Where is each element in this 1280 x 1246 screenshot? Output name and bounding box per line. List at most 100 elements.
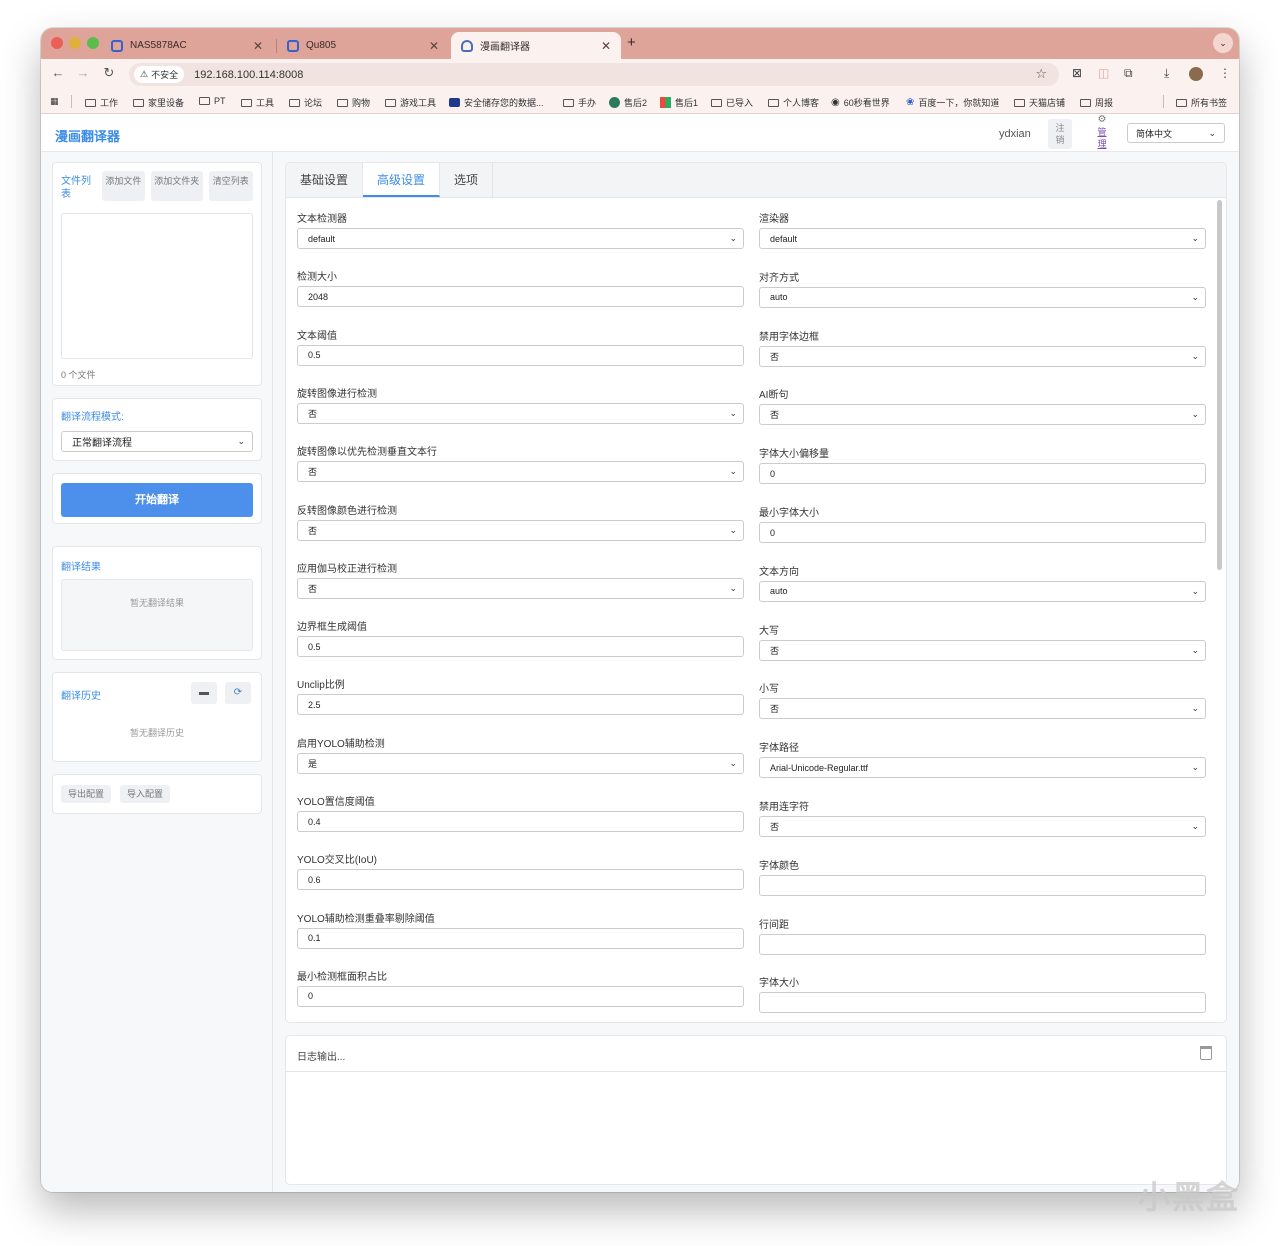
setting-input[interactable]: 0.5	[297, 344, 744, 366]
menu-kebab-icon[interactable]: ⋮	[1219, 66, 1231, 80]
download-icon[interactable]: ⤓	[1164, 66, 1169, 81]
add-folder-button[interactable]: 添加文件夹	[151, 171, 203, 201]
setting-input[interactable]: 2048	[297, 286, 744, 308]
add-file-button[interactable]: 添加文件	[101, 171, 146, 201]
bookmark-folder[interactable]: PT	[199, 96, 226, 106]
bookmark-link[interactable]: 安全储存您的数据...	[449, 96, 544, 109]
setting-select[interactable]: 否 ⌄	[297, 461, 744, 483]
trash-icon[interactable]	[1200, 1046, 1212, 1060]
bookmark-folder[interactable]: 个人博客	[768, 96, 819, 109]
browser-tab-2[interactable]: Qu805 ✕	[277, 32, 449, 59]
setting-select[interactable]: default ⌄	[759, 228, 1206, 249]
extensions-icon[interactable]: ⧉	[1124, 66, 1133, 81]
setting-select[interactable]: 否 ⌄	[297, 402, 744, 424]
extension-icon[interactable]: ◫	[1098, 66, 1109, 80]
setting-select[interactable]: 否 ⌄	[759, 698, 1206, 720]
profile-avatar-icon[interactable]	[1189, 67, 1203, 81]
setting-input[interactable]: 2.5	[297, 694, 744, 716]
setting-select[interactable]: 否 ⌄	[297, 519, 744, 541]
bookmark-folder[interactable]: 工作	[85, 96, 118, 109]
tab-options[interactable]: 选项	[440, 163, 494, 197]
close-tab-icon[interactable]: ✕	[253, 39, 263, 53]
tab-advanced-settings[interactable]: 高级设置	[363, 163, 441, 197]
history-refresh-button[interactable]: ⟳	[225, 682, 251, 704]
back-arrow-icon[interactable]: ←	[49, 65, 67, 80]
close-window-button[interactable]	[51, 37, 63, 49]
close-tab-icon[interactable]: ✕	[429, 39, 439, 53]
bookmark-link[interactable]: 售后1	[660, 96, 698, 109]
all-bookmarks[interactable]: 所有书签	[1176, 96, 1227, 109]
setting-label: 边界框生成阈值	[297, 622, 367, 634]
setting-input[interactable]: 0	[759, 463, 1206, 485]
import-config-button[interactable]: 导入配置	[120, 785, 170, 803]
bookmark-folder[interactable]: 论坛	[289, 96, 322, 109]
extension-puzzle-icon[interactable]: ⊠	[1072, 66, 1082, 80]
clear-list-button[interactable]: 清空列表	[208, 171, 254, 201]
bookmark-folder[interactable]: 游戏工具	[385, 96, 436, 109]
export-config-button[interactable]: 导出配置	[61, 785, 111, 803]
tab-search-chevron-icon[interactable]: ⌄	[1213, 33, 1233, 53]
bookmark-link[interactable]: 售后2	[609, 96, 647, 109]
setting-select[interactable]: 否 ⌄	[759, 404, 1206, 426]
setting-input[interactable]: 0.1	[297, 927, 744, 949]
setting-input[interactable]: 0	[297, 985, 744, 1007]
browser-tab-1[interactable]: NAS5878AC ✕	[101, 32, 273, 59]
setting-input[interactable]: 0.5	[297, 636, 744, 658]
bookmark-folder[interactable]: 手办	[563, 96, 596, 109]
security-chip[interactable]: ⚠ 不安全	[134, 66, 185, 83]
setting-select[interactable]: auto ⌄	[759, 580, 1206, 602]
apps-grid-icon[interactable]: ▦	[50, 96, 59, 107]
bookmark-folder[interactable]: 购物	[337, 96, 370, 109]
setting-select[interactable]: 否 ⌄	[297, 577, 744, 599]
language-select[interactable]: 简体中文 ⌄	[1127, 123, 1225, 143]
bookmark-folder[interactable]: 周报	[1080, 96, 1113, 109]
tab-basic-settings[interactable]: 基础设置	[286, 163, 364, 197]
reload-icon[interactable]: ↻	[100, 65, 118, 81]
minimize-window-button[interactable]	[69, 37, 81, 49]
history-folder-button[interactable]: ▬	[191, 682, 217, 704]
setting-select[interactable]: 否 ⌄	[759, 639, 1206, 661]
bookmark-folder[interactable]: 天猫店铺	[1014, 96, 1065, 109]
setting-label: 文本方向	[759, 566, 799, 578]
file-drop-area[interactable]	[61, 213, 253, 359]
url-text[interactable]: 192.168.100.114:8008	[194, 69, 303, 81]
setting-input[interactable]: 0.6	[297, 869, 744, 891]
settings-scrollbar[interactable]	[1217, 200, 1222, 570]
setting-select[interactable]: default ⌄	[297, 228, 744, 249]
zoom-window-button[interactable]	[87, 37, 99, 49]
app-title: 漫画翻译器	[55, 129, 121, 144]
close-tab-icon[interactable]: ✕	[601, 39, 611, 53]
right-setting-field: 字体颜色	[759, 857, 1206, 896]
setting-input[interactable]: 0.4	[297, 811, 744, 832]
new-tab-button[interactable]: +	[627, 34, 636, 51]
setting-select[interactable]: 否 ⌄	[759, 816, 1206, 837]
bookmark-star-icon[interactable]: ☆	[1035, 66, 1047, 82]
setting-input[interactable]	[759, 992, 1206, 1014]
address-bar[interactable]: ⚠ 不安全 192.168.100.114:8008 ☆	[129, 63, 1059, 86]
setting-select[interactable]: 是 ⌄	[297, 752, 744, 774]
setting-select[interactable]: auto ⌄	[759, 286, 1206, 308]
chevron-down-icon: ⌄	[729, 582, 737, 593]
admin-link[interactable]: ⚙ 管理	[1093, 114, 1111, 150]
workflow-select[interactable]: 正常翻译流程 ⌄	[61, 431, 253, 452]
setting-input[interactable]	[759, 874, 1206, 896]
right-setting-field: 禁用字体边框否 ⌄	[759, 328, 1206, 367]
bookmark-link[interactable]: ◉ 60秒看世界	[831, 96, 890, 109]
refresh-icon: ⟳	[233, 687, 243, 698]
setting-label: 启用YOLO辅助检测	[297, 738, 385, 750]
setting-input[interactable]: 0	[759, 522, 1206, 543]
start-translate-button[interactable]: 开始翻译	[61, 483, 253, 517]
setting-select[interactable]: 否 ⌄	[759, 345, 1206, 367]
bookmark-folder[interactable]: 已导入	[711, 96, 753, 109]
forward-arrow-icon[interactable]: →	[74, 65, 92, 80]
setting-input[interactable]	[759, 933, 1206, 955]
bookmark-link[interactable]: ❀ 百度一下，你就知道	[906, 96, 999, 109]
setting-label: 字体路径	[759, 743, 799, 755]
setting-value: 0	[770, 527, 776, 538]
logout-button[interactable]: 注销	[1048, 119, 1072, 149]
browser-tab-3[interactable]: 漫画翻译器 ✕	[451, 32, 621, 59]
setting-select[interactable]: Arial-Unicode-Regular.ttf ⌄	[759, 757, 1206, 779]
file-list-title: 文件列表	[61, 176, 91, 200]
bookmark-folder[interactable]: 工具	[241, 96, 274, 109]
bookmark-folder[interactable]: 家里设备	[133, 96, 184, 109]
